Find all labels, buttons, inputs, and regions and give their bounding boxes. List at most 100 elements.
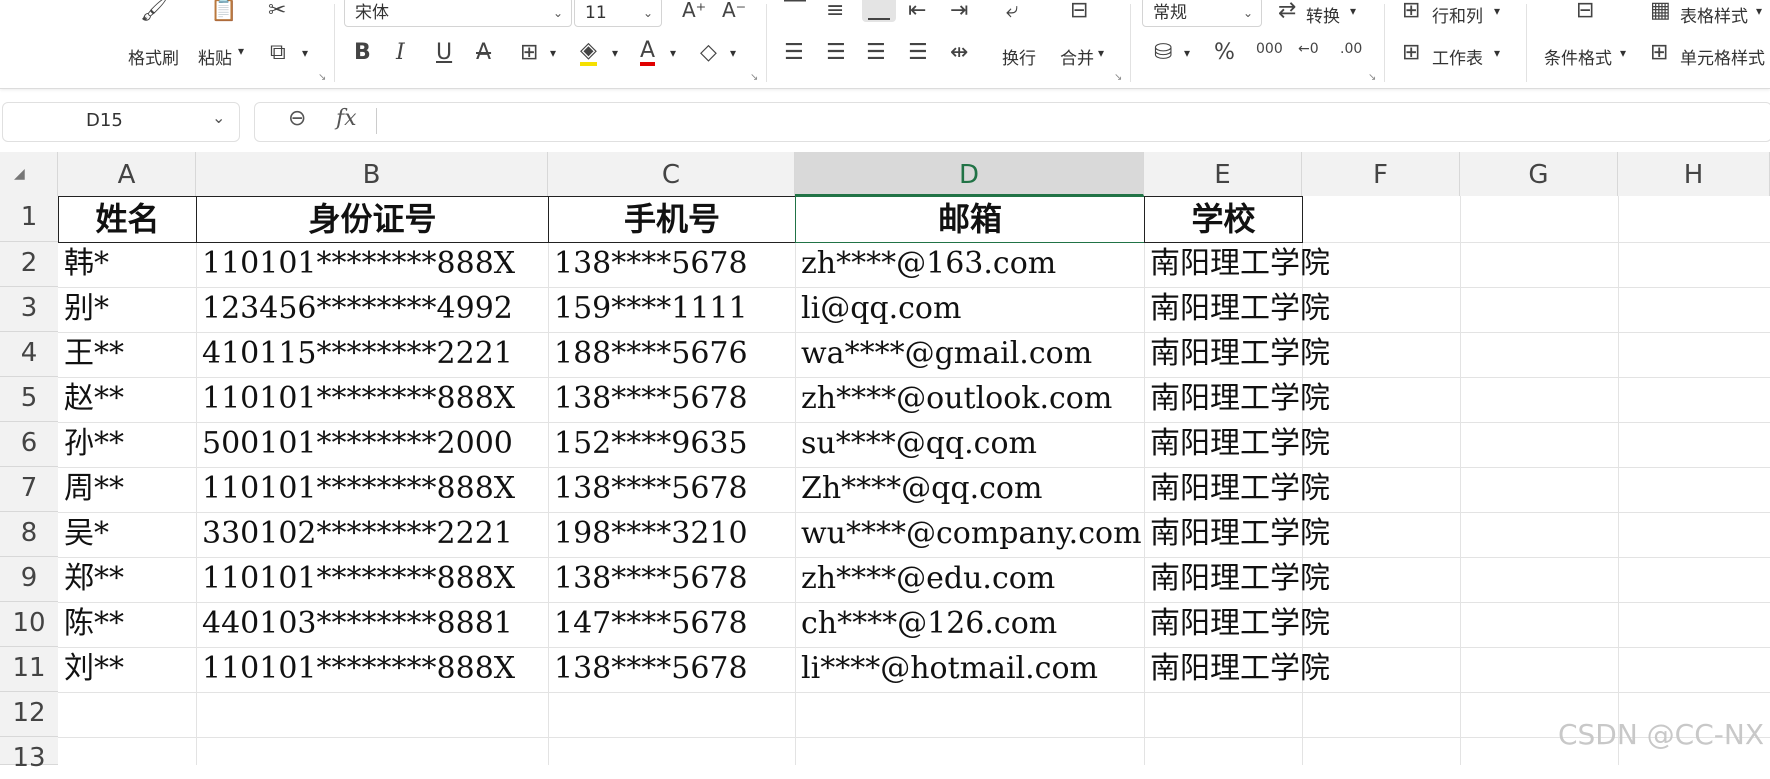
name-box-chevron-icon[interactable]: ⌄ bbox=[212, 108, 225, 127]
align-left-icon[interactable]: ☰ bbox=[784, 42, 804, 64]
table-cell[interactable]: 南阳理工学院 bbox=[1144, 332, 1404, 377]
font-launcher-icon[interactable]: ↘ bbox=[750, 72, 758, 83]
table-cell[interactable]: zh****@edu.com bbox=[795, 557, 1144, 602]
decrease-decimal-icon[interactable]: .00 bbox=[1340, 42, 1362, 56]
paste-dropdown-icon[interactable]: ▾ bbox=[238, 44, 244, 58]
rows-columns-button[interactable]: 行和列 bbox=[1432, 2, 1483, 27]
wrap-text-button[interactable]: 换行 bbox=[1002, 44, 1036, 69]
row-header-10[interactable]: 10 bbox=[0, 602, 58, 647]
table-cell[interactable]: 440103********8881 bbox=[196, 602, 548, 647]
table-cell[interactable]: 138****5678 bbox=[548, 242, 795, 287]
clipboard-launcher-icon[interactable]: ↘ bbox=[318, 72, 326, 83]
paste-button[interactable]: 粘贴 bbox=[198, 44, 232, 69]
table-cell[interactable]: 152****9635 bbox=[548, 422, 795, 467]
worksheet-dropdown-icon[interactable]: ▾ bbox=[1494, 46, 1500, 60]
number-format-select[interactable]: 常规 ⌄ bbox=[1142, 0, 1262, 27]
table-cell[interactable]: wu****@company.com bbox=[795, 512, 1144, 557]
table-cell[interactable]: li****@hotmail.com bbox=[795, 647, 1144, 692]
table-cell[interactable]: zh****@163.com bbox=[795, 242, 1144, 287]
distributed-icon[interactable]: ⇹ bbox=[950, 42, 968, 64]
convert-icon[interactable]: ⇄ bbox=[1278, 0, 1296, 22]
worksheet-icon[interactable]: ⊞ bbox=[1402, 42, 1420, 64]
align-bottom-icon[interactable]: ⎽ bbox=[862, 0, 897, 22]
column-header-e[interactable]: E bbox=[1144, 152, 1302, 196]
convert-button[interactable]: 转换 bbox=[1306, 2, 1340, 27]
decrease-font-icon[interactable]: A⁻ bbox=[722, 0, 746, 20]
justify-icon[interactable]: ☰ bbox=[908, 42, 928, 64]
font-color-icon[interactable]: A bbox=[640, 40, 656, 66]
border-dropdown-icon[interactable]: ▾ bbox=[550, 46, 556, 60]
table-cell[interactable]: 南阳理工学院 bbox=[1144, 422, 1404, 467]
thousands-icon[interactable]: 000 bbox=[1256, 42, 1283, 56]
fx-icon[interactable]: fx bbox=[336, 106, 357, 131]
table-cell[interactable]: Zh****@qq.com bbox=[795, 467, 1144, 512]
fill-color-icon[interactable]: ◈ bbox=[580, 40, 597, 66]
increase-font-icon[interactable]: A⁺ bbox=[682, 0, 706, 20]
row-header-4[interactable]: 4 bbox=[0, 332, 58, 377]
row-header-13[interactable]: 13 bbox=[0, 737, 58, 773]
table-cell[interactable]: 147****5678 bbox=[548, 602, 795, 647]
row-header-3[interactable]: 3 bbox=[0, 287, 58, 332]
row-header-1[interactable]: 1 bbox=[0, 196, 58, 242]
table-cell[interactable]: ch****@126.com bbox=[795, 602, 1144, 647]
increase-decimal-icon[interactable]: ←0 bbox=[1298, 42, 1319, 56]
header-cell[interactable]: 姓名 bbox=[58, 196, 197, 243]
worksheet-button[interactable]: 工作表 bbox=[1432, 44, 1483, 69]
table-cell[interactable]: 123456********4992 bbox=[196, 287, 548, 332]
table-cell[interactable]: 110101********888X bbox=[196, 242, 548, 287]
border-icon[interactable]: ⊞ bbox=[520, 42, 538, 64]
clear-format-icon[interactable]: ◇ bbox=[700, 42, 717, 64]
table-cell[interactable]: 南阳理工学院 bbox=[1144, 467, 1404, 512]
cell-style-icon[interactable]: ⊞ bbox=[1650, 42, 1668, 64]
select-all-corner[interactable]: ◢ bbox=[0, 152, 58, 196]
align-right-icon[interactable]: ☰ bbox=[866, 42, 886, 64]
table-cell[interactable]: 周** bbox=[58, 467, 196, 512]
align-middle-icon[interactable]: ≡ bbox=[826, 0, 844, 22]
format-painter-icon[interactable]: 🖌 bbox=[140, 0, 168, 22]
currency-dropdown-icon[interactable]: ▾ bbox=[1184, 46, 1190, 60]
table-cell[interactable]: 南阳理工学院 bbox=[1144, 242, 1404, 287]
table-cell[interactable]: 南阳理工学院 bbox=[1144, 602, 1404, 647]
table-cell[interactable]: 王** bbox=[58, 332, 196, 377]
table-cell[interactable]: 138****5678 bbox=[548, 647, 795, 692]
column-header-b[interactable]: B bbox=[196, 152, 548, 196]
header-cell[interactable]: 身份证号 bbox=[196, 196, 549, 243]
table-cell[interactable]: 410115********2221 bbox=[196, 332, 548, 377]
rows-columns-icon[interactable]: ⊞ bbox=[1402, 0, 1420, 22]
clear-dropdown-icon[interactable]: ▾ bbox=[730, 46, 736, 60]
row-header-7[interactable]: 7 bbox=[0, 467, 58, 512]
align-top-icon[interactable]: ⎺ bbox=[784, 0, 806, 22]
align-center-icon[interactable]: ☰ bbox=[826, 42, 846, 64]
currency-icon[interactable]: ⛁ bbox=[1154, 42, 1172, 64]
column-header-h[interactable]: H bbox=[1618, 152, 1770, 196]
table-cell[interactable]: 138****5678 bbox=[548, 377, 795, 422]
table-cell[interactable]: 南阳理工学院 bbox=[1144, 557, 1404, 602]
row-header-9[interactable]: 9 bbox=[0, 557, 58, 602]
table-style-icon[interactable]: ▦ bbox=[1650, 0, 1671, 22]
row-header-2[interactable]: 2 bbox=[0, 242, 58, 287]
table-cell[interactable]: 南阳理工学院 bbox=[1144, 512, 1404, 557]
table-cell[interactable]: 孙** bbox=[58, 422, 196, 467]
table-cell[interactable]: 110101********888X bbox=[196, 647, 548, 692]
table-cell[interactable]: wa****@gmail.com bbox=[795, 332, 1144, 377]
merge-dropdown-icon[interactable]: ▾ bbox=[1098, 46, 1104, 60]
table-cell[interactable]: li@qq.com bbox=[795, 287, 1144, 332]
table-style-dropdown-icon[interactable]: ▾ bbox=[1756, 4, 1762, 18]
table-cell[interactable]: 110101********888X bbox=[196, 467, 548, 512]
zoom-icon[interactable]: ⊖ bbox=[288, 106, 306, 131]
table-cell[interactable]: 110101********888X bbox=[196, 377, 548, 422]
font-color-dropdown-icon[interactable]: ▾ bbox=[670, 46, 676, 60]
table-cell[interactable]: 韩* bbox=[58, 242, 196, 287]
column-header-a[interactable]: A bbox=[58, 152, 196, 196]
column-header-f[interactable]: F bbox=[1302, 152, 1460, 196]
number-launcher-icon[interactable]: ↘ bbox=[1368, 72, 1376, 83]
table-cell[interactable]: 南阳理工学院 bbox=[1144, 377, 1404, 422]
row-header-5[interactable]: 5 bbox=[0, 377, 58, 422]
column-header-d[interactable]: D bbox=[795, 152, 1144, 196]
underline-icon[interactable]: U bbox=[436, 42, 452, 64]
row-header-11[interactable]: 11 bbox=[0, 647, 58, 692]
conditional-format-icon[interactable]: ⊟ bbox=[1576, 0, 1594, 22]
wrap-text-icon[interactable]: ⤶ bbox=[1006, 0, 1018, 22]
formula-bar[interactable] bbox=[254, 102, 1770, 142]
increase-indent-icon[interactable]: ⇥ bbox=[950, 0, 968, 22]
